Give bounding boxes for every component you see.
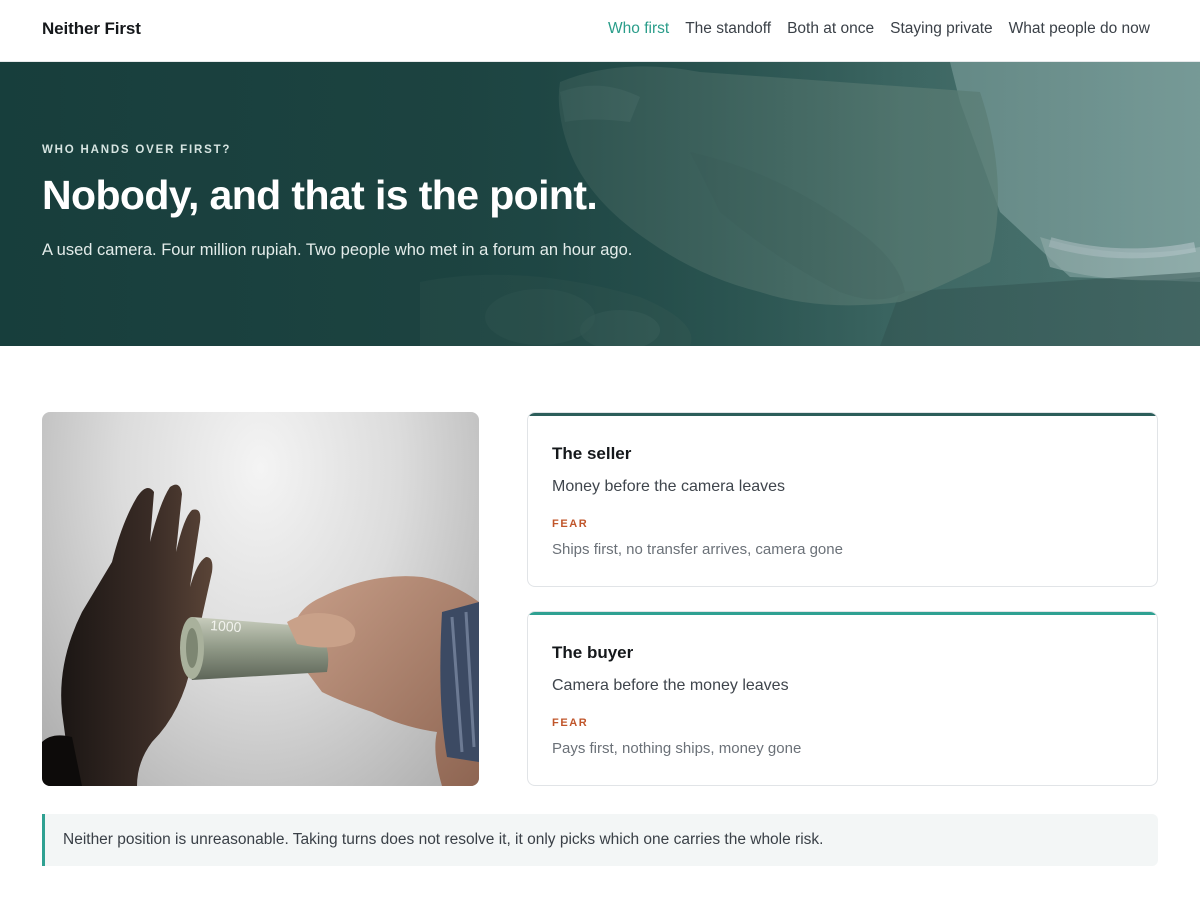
site-header: Neither First Who first The standoff Bot…	[0, 0, 1200, 62]
buyer-fear-label: FEAR	[552, 717, 589, 729]
site-logo[interactable]: Neither First	[42, 19, 141, 39]
callout-note: Neither position is unreasonable. Taking…	[42, 814, 1158, 866]
refusing-money-image: 1000	[42, 484, 479, 786]
hero-eyebrow: WHO HANDS OVER FIRST?	[42, 144, 232, 156]
main-nav: Who first The standoff Both at once Stay…	[608, 20, 1150, 38]
nav-item-the-standoff[interactable]: The standoff	[685, 20, 771, 38]
buyer-fear-text: Pays first, nothing ships, money gone	[552, 740, 802, 757]
callout-text: Neither position is unreasonable. Taking…	[63, 831, 824, 848]
seller-fear-text: Ships first, no transfer arrives, camera…	[552, 541, 843, 558]
nav-item-what-people-do-now[interactable]: What people do now	[1009, 20, 1150, 38]
nav-item-staying-private[interactable]: Staying private	[890, 20, 993, 38]
hero-banner: WHO HANDS OVER FIRST? Nobody, and that i…	[0, 62, 1200, 346]
hero-subtitle: A used camera. Four million rupiah. Two …	[42, 241, 633, 259]
seller-fear-label: FEAR	[552, 518, 589, 530]
nav-item-both-at-once[interactable]: Both at once	[787, 20, 874, 38]
seller-card-text: Money before the camera leaves	[552, 478, 786, 495]
banknote-label: 1000	[210, 617, 242, 635]
buyer-card-title: The buyer	[552, 643, 634, 662]
seller-card-title: The seller	[552, 444, 632, 463]
nav-item-who-first[interactable]: Who first	[608, 20, 669, 38]
seller-card: The seller Money before the camera leave…	[527, 412, 1158, 587]
refusing-money-photo: 1000	[42, 412, 479, 786]
page-title: Nobody, and that is the point.	[42, 172, 598, 218]
buyer-card-text: Camera before the money leaves	[552, 677, 789, 694]
buyer-card: The buyer Camera before the money leaves…	[527, 611, 1158, 786]
